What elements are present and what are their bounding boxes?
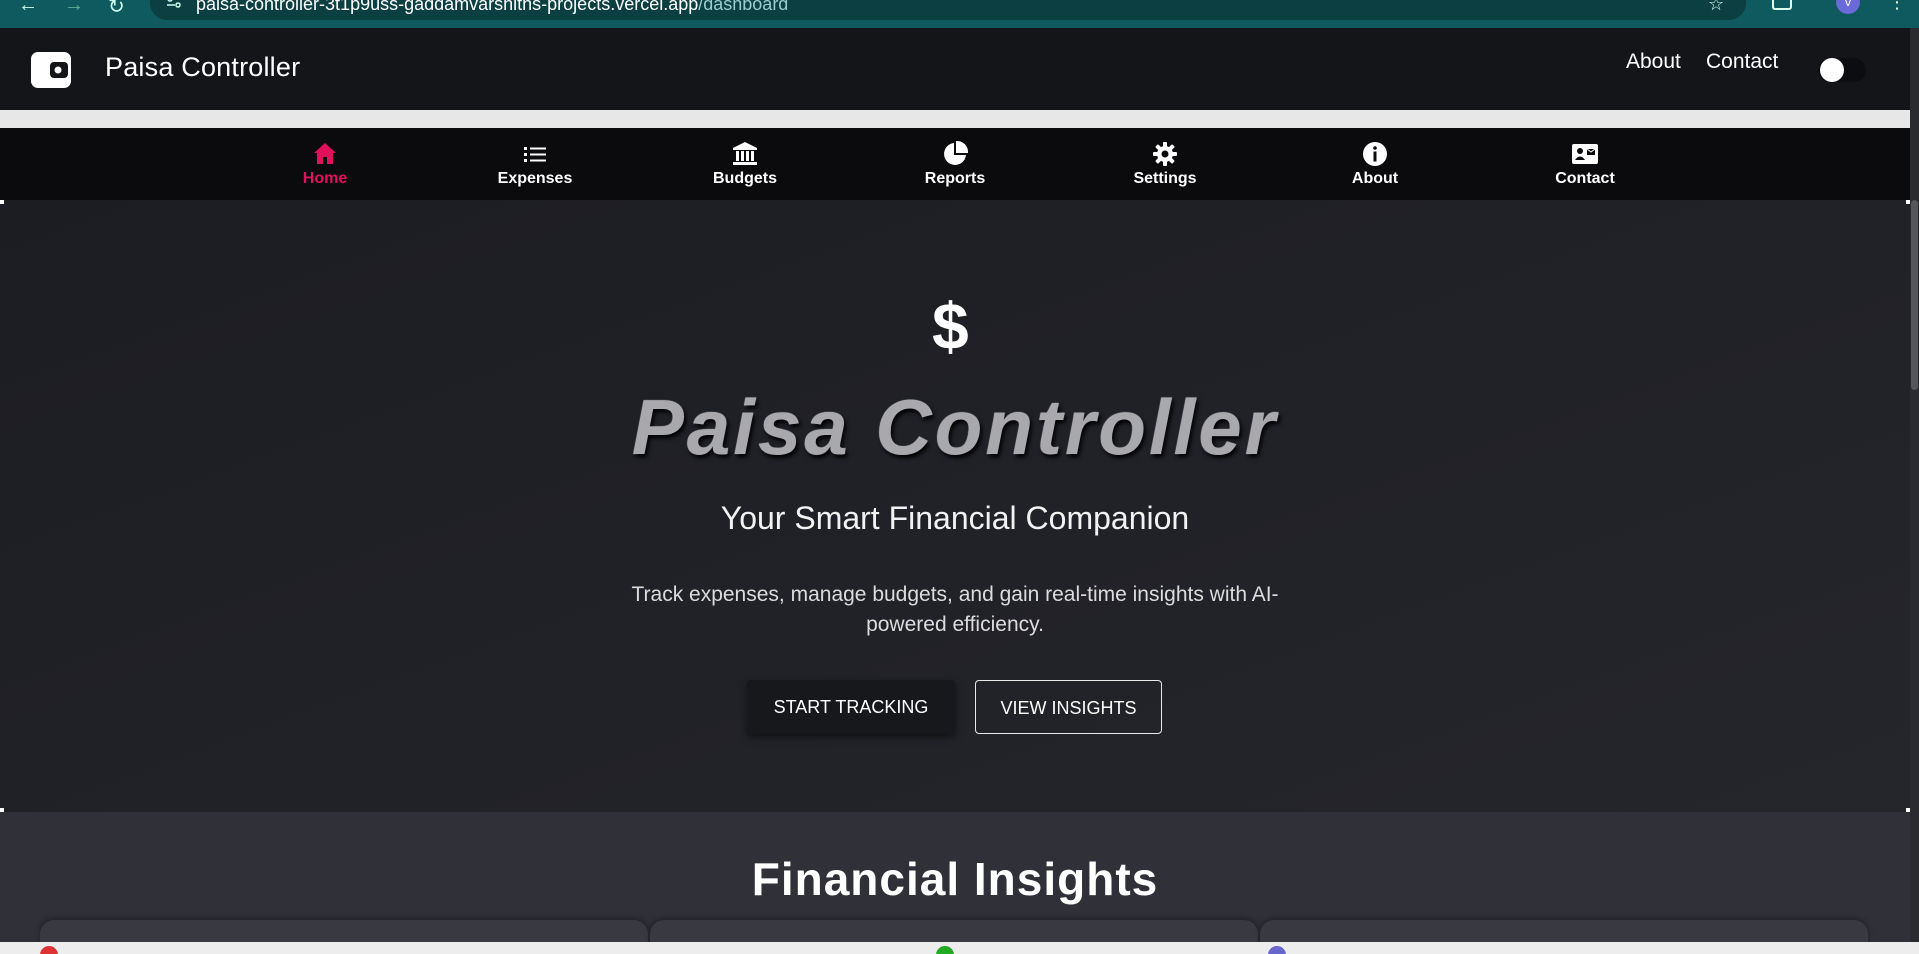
hero-title: Paisa Controller (631, 383, 1279, 471)
taskbar-strip (0, 942, 1919, 954)
tab-home[interactable]: Home (265, 140, 385, 194)
dollar-icon: $ (932, 289, 969, 363)
wallet-logo-icon[interactable] (30, 50, 72, 90)
pie-chart-icon (944, 140, 969, 165)
header-link-about[interactable]: About (1626, 50, 1681, 74)
url-host: paisa-controller-3t1p9uss-gaddamvarshith… (196, 0, 699, 14)
tab-label-home: Home (302, 170, 348, 187)
bookmark-star-icon[interactable]: ☆ (1708, 0, 1724, 15)
browser-menu-icon[interactable]: ⋮ (1888, 0, 1906, 13)
tab-settings[interactable]: Settings (1105, 140, 1225, 194)
info-icon (1363, 142, 1387, 166)
hero-section: $ Paisa Controller Your Smart Financial … (0, 200, 1910, 812)
view-insights-button[interactable]: VIEW INSIGHTS (975, 680, 1162, 734)
scrollbar-thumb[interactable] (1911, 200, 1918, 390)
hero-subtitle: Your Smart Financial Companion (720, 500, 1190, 536)
app-header: Paisa Controller About Contact (0, 28, 1910, 110)
tab-label-contact: Contact (1555, 170, 1615, 187)
scrollbar-track[interactable] (1910, 28, 1919, 954)
site-info-icon[interactable] (166, 0, 182, 8)
reload-icon[interactable]: ↻ (108, 0, 125, 19)
tab-contact[interactable]: Contact (1525, 140, 1645, 194)
gear-icon (1153, 142, 1177, 166)
financial-insights-section: Financial Insights (0, 812, 1910, 954)
home-icon (314, 143, 336, 164)
forward-icon[interactable]: → (64, 0, 84, 17)
tab-label-expenses: Expenses (497, 170, 573, 187)
bank-icon (733, 142, 757, 165)
hero-corner-mark (1906, 200, 1910, 204)
tab-label-about: About (1351, 170, 1399, 187)
tab-expenses[interactable]: Expenses (475, 140, 595, 194)
toggle-knob (1820, 58, 1844, 82)
bottom-navigation: Home Expenses Budgets Reports Settings A… (0, 128, 1910, 200)
browser-toolbar: ← → ↻ paisa-controller-3t1p9uss-gaddamva… (0, 0, 1919, 28)
tab-reports[interactable]: Reports (895, 140, 1015, 194)
list-icon (524, 147, 546, 162)
start-tracking-button[interactable]: START TRACKING (747, 680, 955, 734)
app-title[interactable]: Paisa Controller (105, 52, 300, 83)
profile-avatar[interactable]: V (1836, 0, 1860, 14)
contact-card-icon (1572, 144, 1598, 164)
extensions-icon[interactable] (1772, 0, 1792, 10)
divider-strip (0, 110, 1910, 128)
back-icon[interactable]: ← (18, 0, 38, 17)
tab-label-budgets: Budgets (713, 170, 777, 187)
hero-corner-mark (0, 200, 4, 204)
tab-label-settings: Settings (1133, 170, 1197, 187)
section-title: Financial Insights (751, 853, 1159, 905)
header-link-contact[interactable]: Contact (1706, 50, 1778, 74)
url-path: /dashboard (698, 0, 789, 14)
theme-toggle[interactable] (1818, 58, 1866, 82)
url-text[interactable]: paisa-controller-3t1p9uss-gaddamvarshith… (196, 0, 788, 15)
hero-description: Track expenses, manage budgets, and gain… (631, 583, 1279, 636)
tab-label-reports: Reports (924, 170, 986, 187)
tab-about[interactable]: About (1315, 140, 1435, 194)
tab-budgets[interactable]: Budgets (685, 140, 805, 194)
